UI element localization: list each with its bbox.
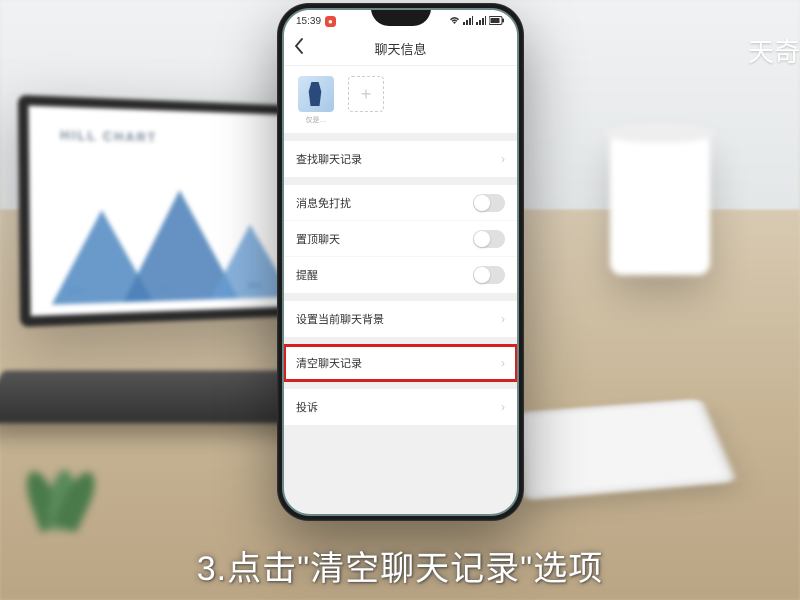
chart-title: HILL CHART — [60, 127, 157, 145]
battery-icon — [489, 16, 505, 27]
chevron-right-icon: › — [501, 152, 505, 166]
row-search-history[interactable]: 查找聊天记录 › — [284, 141, 517, 177]
watermark: 天奇 — [748, 32, 800, 69]
recording-badge-icon: ● — [325, 16, 336, 27]
row-pin[interactable]: 置顶聊天 — [284, 221, 517, 257]
group-background: 设置当前聊天背景 › — [284, 301, 517, 337]
row-label: 提醒 — [296, 267, 473, 283]
row-label: 消息免打扰 — [296, 195, 473, 211]
row-label: 投诉 — [296, 399, 501, 415]
members-section: 仅是… + — [284, 66, 517, 133]
plus-icon: + — [361, 84, 372, 105]
coffee-cup — [610, 135, 710, 275]
row-label: 查找聊天记录 — [296, 151, 501, 167]
toggle-mute[interactable] — [473, 194, 505, 212]
member-name: 仅是… — [306, 115, 327, 125]
add-member-button[interactable]: + — [348, 76, 384, 112]
row-background[interactable]: 设置当前聊天背景 › — [284, 301, 517, 337]
chevron-right-icon: › — [501, 400, 505, 414]
nav-header: 聊天信息 — [284, 32, 517, 66]
notch — [371, 8, 431, 26]
chevron-left-icon — [294, 38, 304, 54]
wifi-icon — [449, 16, 460, 27]
toggle-remind[interactable] — [473, 266, 505, 284]
group-clear: 清空聊天记录 › — [284, 345, 517, 381]
toggle-pin[interactable] — [473, 230, 505, 248]
chevron-right-icon: › — [501, 312, 505, 326]
chevron-right-icon: › — [501, 356, 505, 370]
hill-chart: 12% 25% 38% — [50, 179, 301, 305]
member-item[interactable]: 仅是… — [296, 76, 336, 125]
row-label: 清空聊天记录 — [296, 355, 501, 371]
row-label: 置顶聊天 — [296, 231, 473, 247]
phone-frame: 15:39 ● 聊天信息 — [277, 3, 524, 521]
signal-2-icon — [476, 16, 486, 27]
row-remind[interactable]: 提醒 — [284, 257, 517, 293]
instruction-caption: 3.点击"清空聊天记录"选项 — [0, 541, 800, 590]
status-time: 15:39 — [296, 16, 321, 27]
phone-screen: 15:39 ● 聊天信息 — [282, 8, 519, 516]
group-notifications: 消息免打扰 置顶聊天 提醒 — [284, 185, 517, 293]
row-label: 设置当前聊天背景 — [296, 311, 501, 327]
row-report[interactable]: 投诉 › — [284, 389, 517, 425]
back-button[interactable] — [294, 38, 304, 59]
row-clear-history[interactable]: 清空聊天记录 › — [284, 345, 517, 381]
page-title: 聊天信息 — [374, 39, 426, 58]
group-report: 投诉 › — [284, 389, 517, 425]
group-search: 查找聊天记录 › — [284, 141, 517, 177]
avatar — [298, 76, 334, 112]
signal-1-icon — [463, 16, 473, 27]
row-mute[interactable]: 消息免打扰 — [284, 185, 517, 221]
